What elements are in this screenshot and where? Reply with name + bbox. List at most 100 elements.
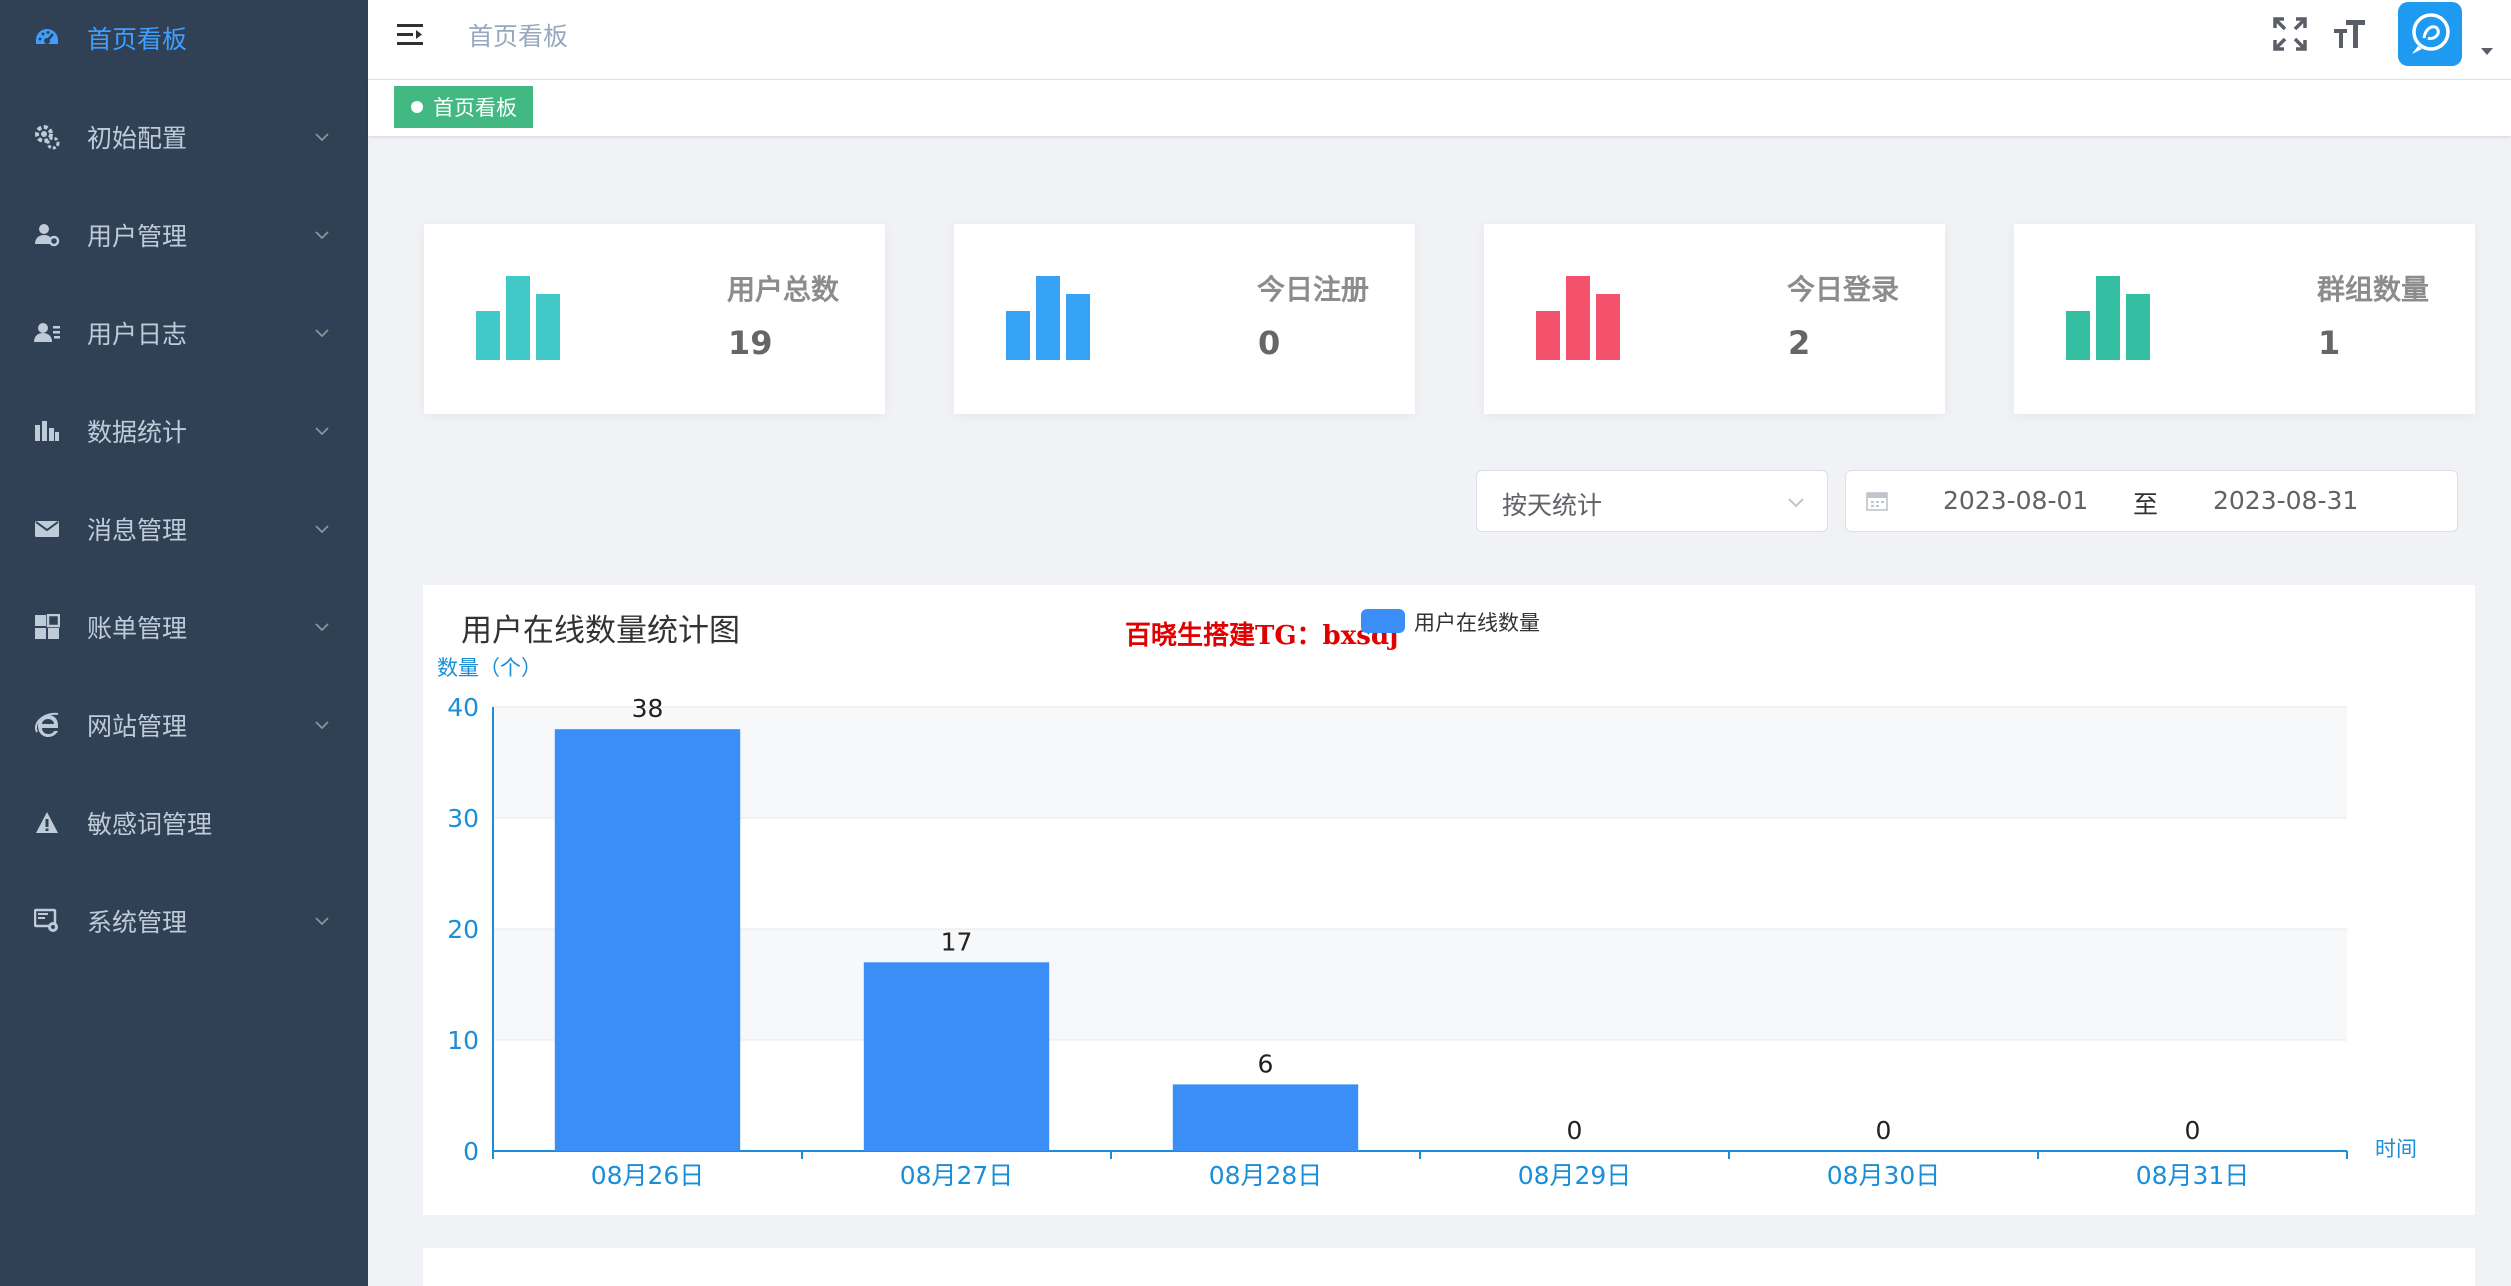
dashboard-icon — [34, 25, 60, 51]
browser-e-icon — [34, 712, 60, 738]
tags-view: 首页看板 — [368, 80, 2511, 136]
chevron-down-icon — [315, 231, 329, 240]
bar-chart: 0 10 20 30 40 数量（个） 时间 38 08月26日 17 08月27日 6 08月28日 0… — [437, 656, 2417, 1190]
x-tick-label: 08月31日 — [2136, 1161, 2250, 1190]
user-gear-icon — [34, 222, 60, 248]
bar-chart-icon — [2066, 276, 2150, 360]
y-tick-label: 40 — [447, 693, 479, 722]
stat-label: 今日注册 — [1256, 273, 1369, 306]
tag-dashboard[interactable]: 首页看板 — [394, 86, 533, 128]
gear-icon — [34, 124, 60, 150]
sidebar-item-label: 网站管理 — [87, 712, 188, 741]
chevron-down-icon — [1788, 498, 1804, 508]
y-axis-label: 数量（个） — [437, 656, 542, 680]
select-value: 按天统计 — [1502, 491, 1603, 520]
caret-down-icon[interactable] — [2481, 48, 2493, 55]
sidebar-item-data-stats[interactable]: 数据统计 — [0, 382, 368, 480]
stat-value: 0 — [1258, 324, 1281, 362]
bar — [863, 962, 1050, 1151]
sidebar-item-label: 用户管理 — [87, 222, 188, 251]
range-separator: 至 — [2133, 490, 2159, 519]
font-size-icon[interactable] — [2332, 16, 2368, 52]
sidebar-item-label: 账单管理 — [87, 614, 188, 643]
chevron-down-icon — [315, 721, 329, 730]
x-tick-label: 08月26日 — [591, 1161, 705, 1190]
sidebar-item-system-management[interactable]: 系统管理 — [0, 872, 368, 970]
bar — [1172, 1084, 1359, 1151]
sidebar-item-sensitive-words[interactable]: 敏感词管理 — [0, 774, 368, 872]
chart-panel: 用户在线数量统计图 百晓生搭建TG：bxsdj 用户在线数量 0 10 20 30 40… — [423, 585, 2475, 1215]
sidebar-item-label: 首页看板 — [87, 25, 188, 54]
breadcrumb: 首页看板 — [468, 22, 569, 51]
sidebar-item-label: 用户日志 — [87, 320, 188, 349]
x-tick-label: 08月27日 — [900, 1161, 1014, 1190]
avatar-logo-icon — [2412, 13, 2450, 54]
x-tick-label: 08月28日 — [1209, 1161, 1323, 1190]
stat-label: 用户总数 — [726, 273, 839, 306]
user-list-icon — [34, 320, 60, 346]
stat-mode-select[interactable]: 按天统计 — [1476, 470, 1828, 532]
data-label: 0 — [1876, 1116, 1892, 1145]
date-range-picker[interactable]: 2023-08-01 至 2023-08-31 — [1845, 470, 2458, 532]
calendar-icon — [1866, 492, 1888, 511]
y-tick-label: 10 — [447, 1026, 479, 1055]
bar-chart-icon — [1006, 276, 1090, 360]
data-label: 0 — [1567, 1116, 1583, 1145]
sidebar-item-label: 初始配置 — [87, 124, 188, 153]
x-tick-label: 08月29日 — [1518, 1161, 1632, 1190]
data-label: 38 — [632, 694, 664, 723]
stat-card-today-login[interactable]: 今日登录 2 — [1484, 224, 1945, 414]
chevron-down-icon — [315, 623, 329, 632]
sidebar-item-init-config[interactable]: 初始配置 — [0, 88, 368, 186]
sidebar-item-website-management[interactable]: 网站管理 — [0, 676, 368, 774]
sidebar-item-user-management[interactable]: 用户管理 — [0, 186, 368, 284]
end-date-input[interactable]: 2023-08-31 — [2213, 486, 2358, 515]
sidebar-item-bill-management[interactable]: 账单管理 — [0, 578, 368, 676]
data-label: 6 — [1258, 1049, 1274, 1078]
hamburger-icon[interactable] — [396, 20, 426, 50]
grid-band — [493, 929, 2347, 1040]
bar-chart-icon — [34, 418, 60, 444]
stat-value: 1 — [2318, 324, 2341, 362]
navbar: 首页看板 — [368, 0, 2511, 80]
stat-card-group-count[interactable]: 群组数量 1 — [2014, 224, 2475, 414]
sidebar: 首页看板 初始配置 用户管理 用户日志 数据统计 消息管理 账单管理 网站管理 … — [0, 0, 368, 1286]
stat-label: 今日登录 — [1786, 273, 1899, 306]
chart-panel-secondary — [423, 1248, 2475, 1286]
bar-chart-icon — [1536, 276, 1620, 360]
grid-band — [493, 707, 2347, 818]
fullscreen-icon[interactable] — [2272, 16, 2308, 52]
start-date-input[interactable]: 2023-08-01 — [1943, 486, 2088, 515]
chevron-down-icon — [315, 427, 329, 436]
sidebar-item-label: 敏感词管理 — [87, 810, 213, 839]
sidebar-item-user-log[interactable]: 用户日志 — [0, 284, 368, 382]
monitor-gear-icon — [34, 908, 60, 934]
y-tick-label: 20 — [447, 915, 479, 944]
data-label: 17 — [941, 927, 973, 956]
y-tick-label: 30 — [447, 804, 479, 833]
chevron-down-icon — [315, 133, 329, 142]
x-axis-label: 时间 — [2375, 1137, 2417, 1161]
sidebar-item-label: 数据统计 — [87, 418, 188, 447]
x-tick-label: 08月30日 — [1827, 1161, 1941, 1190]
sidebar-item-label: 消息管理 — [87, 516, 188, 545]
sidebar-item-message-management[interactable]: 消息管理 — [0, 480, 368, 578]
stat-value: 2 — [1788, 324, 1811, 362]
sidebar-item-label: 系统管理 — [87, 908, 188, 937]
data-label: 0 — [2185, 1116, 2201, 1145]
tag-label: 首页看板 — [433, 96, 517, 120]
bar — [554, 729, 741, 1151]
bar-chart-icon — [476, 276, 560, 360]
avatar[interactable] — [2398, 2, 2462, 66]
stat-card-today-registered[interactable]: 今日注册 0 — [954, 224, 1415, 414]
grid-icon — [34, 614, 60, 640]
sidebar-item-dashboard[interactable]: 首页看板 — [0, 0, 368, 87]
envelope-icon — [34, 516, 60, 542]
warning-icon — [34, 810, 60, 836]
stat-card-total-users[interactable]: 用户总数 19 — [424, 224, 885, 414]
chevron-down-icon — [315, 329, 329, 338]
active-dot-icon — [411, 101, 423, 113]
y-tick-label: 0 — [463, 1137, 479, 1166]
stat-label: 群组数量 — [2316, 273, 2429, 306]
chevron-down-icon — [315, 525, 329, 534]
